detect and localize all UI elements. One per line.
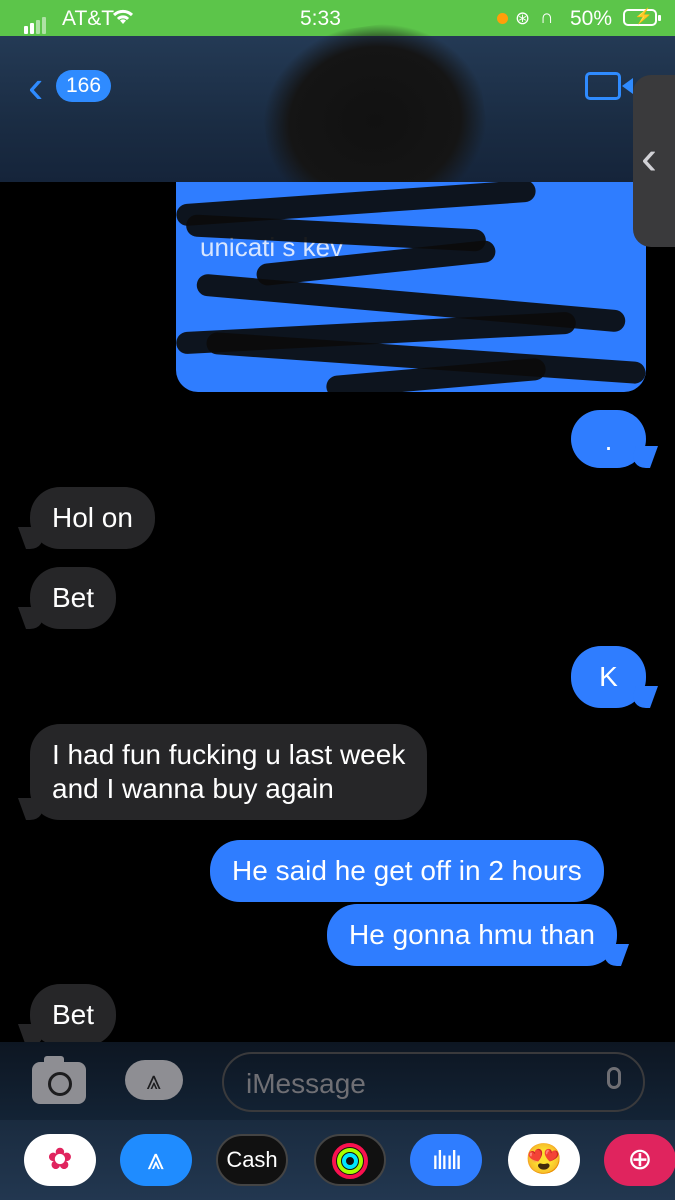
headphones-icon: ∩ xyxy=(540,7,554,28)
status-time: 5:33 xyxy=(300,7,341,30)
wifi-icon xyxy=(110,6,136,32)
app-store-app-icon[interactable]: ⩓ xyxy=(120,1134,192,1186)
message-list[interactable]: unicati s kev . Hol on Bet K I had fun f… xyxy=(0,182,675,1046)
chevron-left-icon: ‹ xyxy=(28,60,44,112)
message-bubble-incoming[interactable]: I had fun fucking u last week and I wann… xyxy=(30,724,428,820)
conversation-header: ‹ 166 xyxy=(0,11,675,231)
orientation-lock-icon: ⊛ xyxy=(515,8,531,28)
message-bubble-outgoing[interactable]: . xyxy=(571,410,646,468)
message-input[interactable]: iMessage xyxy=(222,1052,645,1112)
search-images-app-icon[interactable]: ⊕ xyxy=(604,1134,675,1186)
audio-message-app-icon[interactable]: ılıılı xyxy=(410,1134,482,1186)
camera-icon[interactable] xyxy=(32,1056,86,1104)
message-bubble-outgoing[interactable]: He said he get off in 2 hours xyxy=(210,840,604,902)
side-panel-handle[interactable]: ‹ xyxy=(633,75,675,247)
cash-label: Cash xyxy=(226,1147,278,1172)
chevron-left-icon: ‹ xyxy=(641,132,657,185)
compose-bar: ⩓ iMessage xyxy=(0,1042,675,1120)
unread-count-badge: 166 xyxy=(56,70,112,102)
battery-percentage: 50% xyxy=(570,7,613,30)
facetime-video-icon[interactable] xyxy=(585,72,633,100)
carrier-label: AT&T xyxy=(62,7,115,30)
mic-in-use-indicator xyxy=(497,13,508,24)
signal-icon xyxy=(24,10,48,34)
message-bubble-outgoing[interactable]: K xyxy=(571,646,646,708)
message-input-placeholder: iMessage xyxy=(246,1068,366,1099)
app-store-button[interactable]: ⩓ xyxy=(125,1060,183,1100)
microphone-icon[interactable] xyxy=(607,1067,621,1089)
message-bubble-outgoing[interactable]: He gonna hmu than xyxy=(327,904,617,966)
message-bubble-incoming[interactable]: Bet xyxy=(30,984,117,1046)
app-store-icon: ⩓ xyxy=(146,1065,162,1095)
photos-app-icon[interactable]: ✿ xyxy=(24,1134,96,1186)
message-bubble-incoming[interactable]: Hol on xyxy=(30,487,155,549)
redacted-message-bubble[interactable]: unicati s kev xyxy=(176,182,646,392)
activity-app-icon[interactable] xyxy=(314,1134,386,1186)
message-bubble-incoming[interactable]: Bet xyxy=(30,567,117,629)
memoji-app-icon[interactable]: 😍 xyxy=(508,1134,580,1186)
apple-cash-app-icon[interactable]: Cash xyxy=(216,1134,288,1186)
battery-icon: ⚡ xyxy=(623,8,661,26)
app-drawer: ✿ ⩓ Cash ılıılı 😍 ⊕ xyxy=(0,1120,675,1200)
